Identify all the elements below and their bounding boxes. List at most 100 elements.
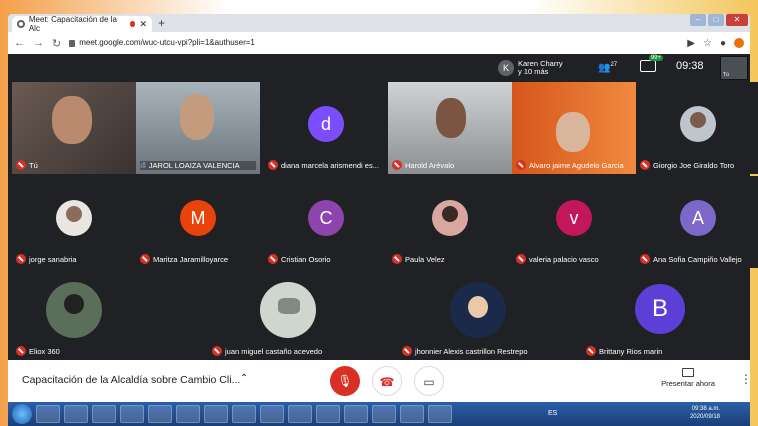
taskbar-app-icon[interactable]	[148, 405, 172, 423]
meet-favicon-icon	[17, 20, 25, 28]
taskbar-app-icon[interactable]	[64, 405, 88, 423]
clock-time: 09:38 a.m.	[691, 406, 720, 412]
participant-photo	[260, 282, 316, 338]
taskbar-app-icon[interactable]	[204, 405, 228, 423]
taskbar-app-icon[interactable]	[36, 405, 60, 423]
participant-name: Ana Sofia Campiño Vallejo	[653, 254, 742, 264]
participant-name: Maritza Jaramilloyarce	[153, 254, 229, 264]
reload-icon[interactable]: ↻	[52, 37, 61, 50]
muted-mic-icon	[392, 160, 402, 170]
participant-avatar: d	[308, 106, 344, 142]
muted-mic-icon	[140, 254, 150, 264]
participant-name: Tú	[29, 160, 38, 170]
chat-icon[interactable]: 99+	[640, 55, 663, 72]
maximize-icon[interactable]: □	[708, 14, 724, 26]
url-field[interactable]: meet.google.com/wuc-utcu-vpi?pli=1&authu…	[69, 36, 679, 50]
tab-title: Meet: Capacitación de la Alc	[28, 15, 117, 33]
participant-name: Giorgio Joe Giraldo Toro	[653, 160, 735, 170]
participant-tile[interactable]: Harold Arévalo	[388, 82, 512, 174]
participant-name: Brittany Rios marin	[599, 346, 663, 356]
close-tab-icon[interactable]: ✕	[139, 19, 147, 30]
muted-mic-icon	[268, 160, 278, 170]
taskbar-app-icon[interactable]	[400, 405, 424, 423]
participant-name: valeria palacio vasco	[529, 254, 599, 264]
account-icon[interactable]: ●	[720, 38, 726, 49]
host-avatar: K	[498, 60, 514, 76]
taskbar-app-icon[interactable]	[344, 405, 368, 423]
screenshot-frame: Meet: Capacitación de la Alc ✕ + – □ ✕ ←…	[0, 0, 758, 426]
self-thumbnail-label: Tú	[723, 72, 729, 78]
host-others: y 10 más	[518, 67, 549, 76]
taskbar-app-icon[interactable]	[176, 405, 200, 423]
start-button-icon[interactable]	[12, 404, 32, 424]
browser-tab[interactable]: Meet: Capacitación de la Alc ✕	[12, 15, 152, 33]
url-text: meet.google.com/wuc-utcu-vpi?pli=1&authu…	[79, 38, 255, 47]
present-now-button[interactable]: Presentar ahora	[658, 368, 718, 388]
leave-call-button[interactable]: ☎	[372, 366, 402, 396]
back-icon[interactable]: ←	[14, 37, 25, 49]
participant-name: Harold Arévalo	[405, 160, 455, 170]
participant-tile[interactable]: d diana marcela arismendi es...	[264, 82, 388, 174]
recording-dot-icon	[129, 21, 136, 27]
participant-tile[interactable]: Paula Velez	[388, 176, 512, 268]
participant-tile[interactable]: juan miguel castaño acevedo	[198, 268, 378, 360]
participant-tile[interactable]: M Maritza Jaramilloyarce	[136, 176, 260, 268]
people-icon[interactable]: 👥27	[598, 62, 617, 73]
present-icon	[682, 368, 694, 377]
participant-tile[interactable]: Alvaro jaime Agudelo Garcia	[512, 82, 636, 174]
camera-toggle-button[interactable]: ▭	[414, 366, 444, 396]
profile-avatar-icon[interactable]	[734, 37, 744, 48]
camera-indicator-icon[interactable]: ▶	[687, 38, 695, 49]
participant-name: jorge sanabria	[29, 254, 77, 264]
participant-tile[interactable]: Eliox 360	[12, 268, 136, 360]
bookmark-star-icon[interactable]: ☆	[703, 38, 712, 49]
chat-badge: 99+	[648, 55, 663, 61]
participant-tile[interactable]: A Ana Sofia Campiño Vallejo	[636, 176, 758, 268]
tab-bar: Meet: Capacitación de la Alc ✕ + – □ ✕	[8, 14, 750, 33]
new-tab-icon[interactable]: +	[158, 16, 165, 30]
participant-name: JAROL LOAIZA VALENCIA	[148, 161, 240, 170]
taskbar-app-icon[interactable]	[92, 405, 116, 423]
participant-photo	[56, 200, 92, 236]
more-options-icon[interactable]: ⋮	[740, 372, 752, 386]
participant-photo	[432, 200, 468, 236]
top-info-bar: K Karen Charry y 10 más 👥27 99+ 09:38 Tú	[8, 54, 750, 82]
meeting-clock: 09:38	[676, 60, 704, 72]
muted-mic-icon	[640, 254, 650, 264]
language-indicator[interactable]: ES	[548, 410, 557, 417]
participant-tile[interactable]: jhonnier Alexis castrillon Restrepo	[388, 268, 568, 360]
meet-grid: K Karen Charry y 10 más 👥27 99+ 09:38 Tú…	[8, 54, 758, 360]
taskbar-app-icon[interactable]	[372, 405, 396, 423]
taskbar-app-icon[interactable]	[288, 405, 312, 423]
presenter-info: K Karen Charry y 10 más	[498, 58, 563, 78]
window-controls: – □ ✕	[690, 14, 748, 26]
taskbar-app-icon[interactable]	[260, 405, 284, 423]
participant-tile[interactable]: ıll JAROL LOAIZA VALENCIA	[136, 82, 260, 174]
participant-name: Cristian Osorio	[281, 254, 331, 264]
participant-tile[interactable]: B Brittany Rios marin	[574, 268, 746, 360]
taskbar-app-icon[interactable]	[232, 405, 256, 423]
close-window-icon[interactable]: ✕	[726, 14, 748, 26]
taskbar-app-icon[interactable]	[428, 405, 452, 423]
taskbar-app-icon[interactable]	[316, 405, 340, 423]
self-thumbnail[interactable]: Tú	[720, 56, 748, 80]
chevron-up-icon[interactable]: ⌃	[240, 373, 248, 384]
people-count: 27	[610, 62, 618, 68]
participant-tile[interactable]: Giorgio Joe Giraldo Toro	[636, 82, 758, 174]
participant-tile[interactable]: v valeria palacio vasco	[512, 176, 636, 268]
participant-tile[interactable]: Tú	[12, 82, 136, 174]
forward-icon[interactable]: →	[33, 37, 44, 49]
minimize-icon[interactable]: –	[690, 14, 706, 26]
participant-name: Eliox 360	[29, 346, 60, 356]
participant-name: Paula Velez	[405, 254, 445, 264]
participant-tile[interactable]: jorge sanabria	[12, 176, 136, 268]
meeting-title[interactable]: Capacitación de la Alcaldía sobre Cambio…	[22, 374, 240, 386]
participant-name: juan miguel castaño acevedo	[225, 346, 323, 356]
muted-mic-icon	[212, 346, 222, 356]
participant-tile[interactable]: C Cristian Osorio	[264, 176, 388, 268]
system-clock[interactable]: 09:38 a.m. 2020/09/18	[690, 405, 720, 421]
mic-toggle-button[interactable]: 🎙	[330, 366, 360, 396]
address-bar: ← → ↻ meet.google.com/wuc-utcu-vpi?pli=1…	[8, 32, 750, 54]
clock-date: 2020/09/18	[689, 414, 720, 420]
taskbar-app-icon[interactable]	[120, 405, 144, 423]
